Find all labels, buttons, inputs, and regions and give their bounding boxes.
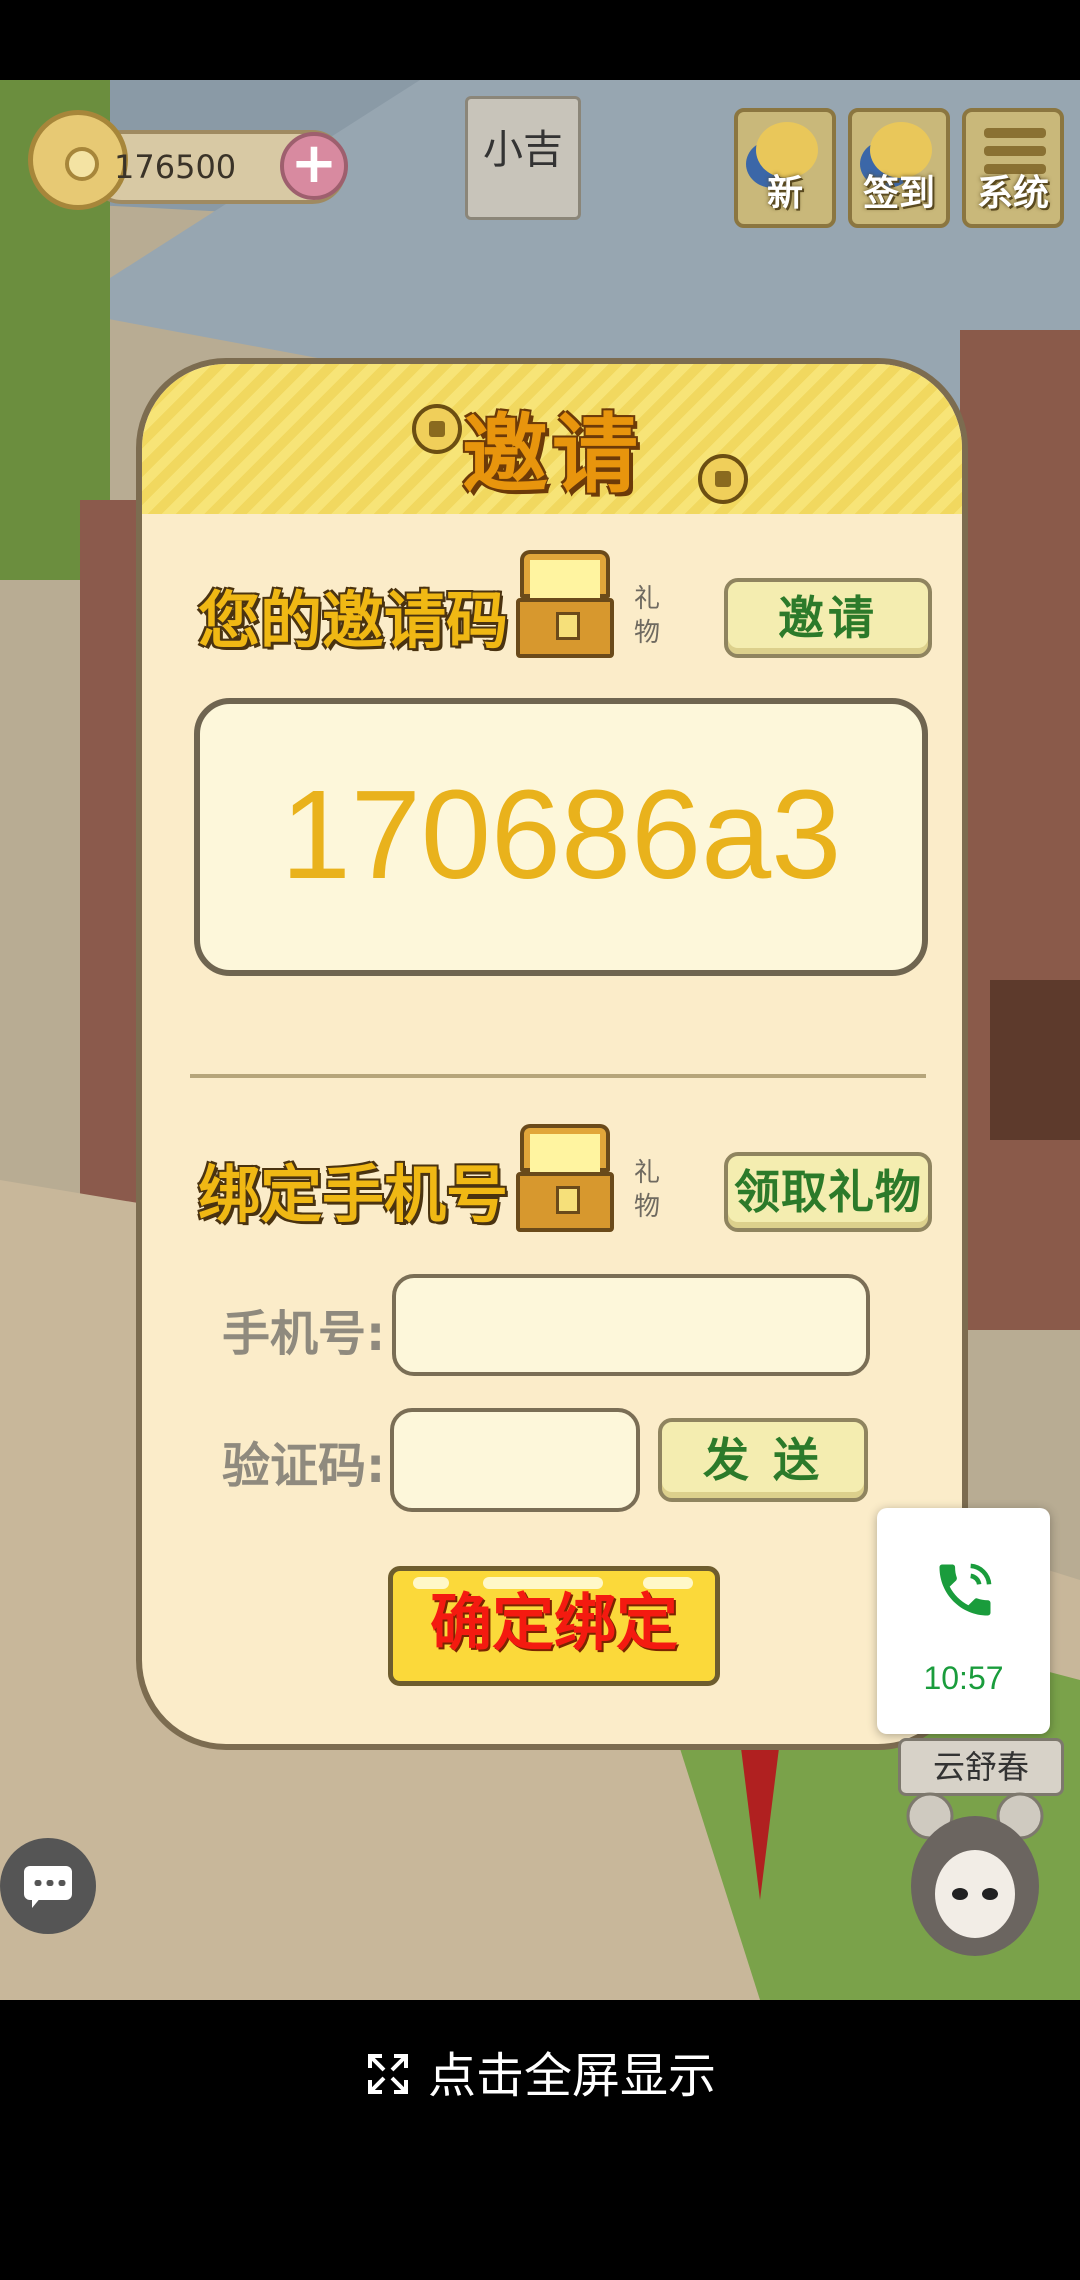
coin-counter: 176500 + (28, 110, 348, 210)
invite-code: 170686a3 (194, 698, 928, 976)
coin-icon (28, 110, 128, 210)
phone-label: 手机号: (222, 1306, 386, 1362)
checkin-button[interactable]: 签到 (848, 108, 950, 228)
phone-icon (939, 1563, 992, 1616)
fullscreen-label: 点击全屏显示 (427, 2048, 716, 2104)
invite-code-heading: 您的邀请码 (198, 584, 509, 657)
call-widget[interactable]: 10:57 (877, 1508, 1050, 1734)
character-avatar[interactable] (900, 1790, 1050, 1958)
treasure-chest-icon (510, 550, 630, 660)
section-divider (190, 1074, 926, 1078)
treasure-chest-icon (510, 1124, 630, 1234)
dialog-title: 邀请 (462, 405, 642, 505)
fullscreen-prompt[interactable]: 点击全屏显示 (0, 2036, 1080, 2106)
character-name-tag[interactable]: 云舒春 (898, 1738, 1064, 1796)
gift-label: 礼物 (634, 584, 661, 648)
button-highlight (483, 1577, 603, 1589)
dialog-header: 邀请 (142, 364, 962, 514)
system-menu-button[interactable]: 系统 (962, 108, 1064, 228)
call-duration: 10:57 (923, 1660, 1004, 1696)
coin-value: 176500 (114, 148, 237, 186)
button-highlight (413, 1577, 449, 1589)
confirm-bind-label: 确定绑定 (429, 1586, 678, 1659)
verification-code-label: 验证码: (222, 1438, 386, 1494)
bind-phone-heading: 绑定手机号 (198, 1158, 509, 1231)
invite-dialog: 邀请 您的邀请码 礼物 邀请 170686a3 绑定手机号 礼物 领取礼物 手机… (136, 358, 968, 1750)
claim-gift-button[interactable]: 领取礼物 (724, 1152, 932, 1232)
button-highlight (643, 1577, 693, 1589)
send-code-button[interactable]: 发 送 (658, 1418, 868, 1502)
system-button-label: 系统 (976, 173, 1049, 214)
character-tag[interactable]: 小吉 (465, 96, 581, 220)
confirm-bind-button[interactable]: 确定绑定 (388, 1566, 720, 1686)
invite-button[interactable]: 邀请 (724, 578, 932, 658)
new-button-label: 新 (766, 173, 803, 214)
game-viewport[interactable]: 176500 + 小吉 新 签到 系统 邀请 您的邀请码 礼物 邀请 17068… (0, 80, 1080, 2000)
phone-input[interactable] (392, 1274, 870, 1376)
checkin-button-label: 签到 (862, 173, 935, 214)
chat-dots (32, 1880, 66, 1886)
gift-label: 礼物 (634, 1158, 661, 1222)
expand-icon (367, 2054, 408, 2094)
chat-button[interactable] (0, 1838, 96, 1934)
new-button[interactable]: 新 (734, 108, 836, 228)
add-coins-button[interactable]: + (280, 132, 348, 200)
verification-code-input[interactable] (390, 1408, 640, 1512)
